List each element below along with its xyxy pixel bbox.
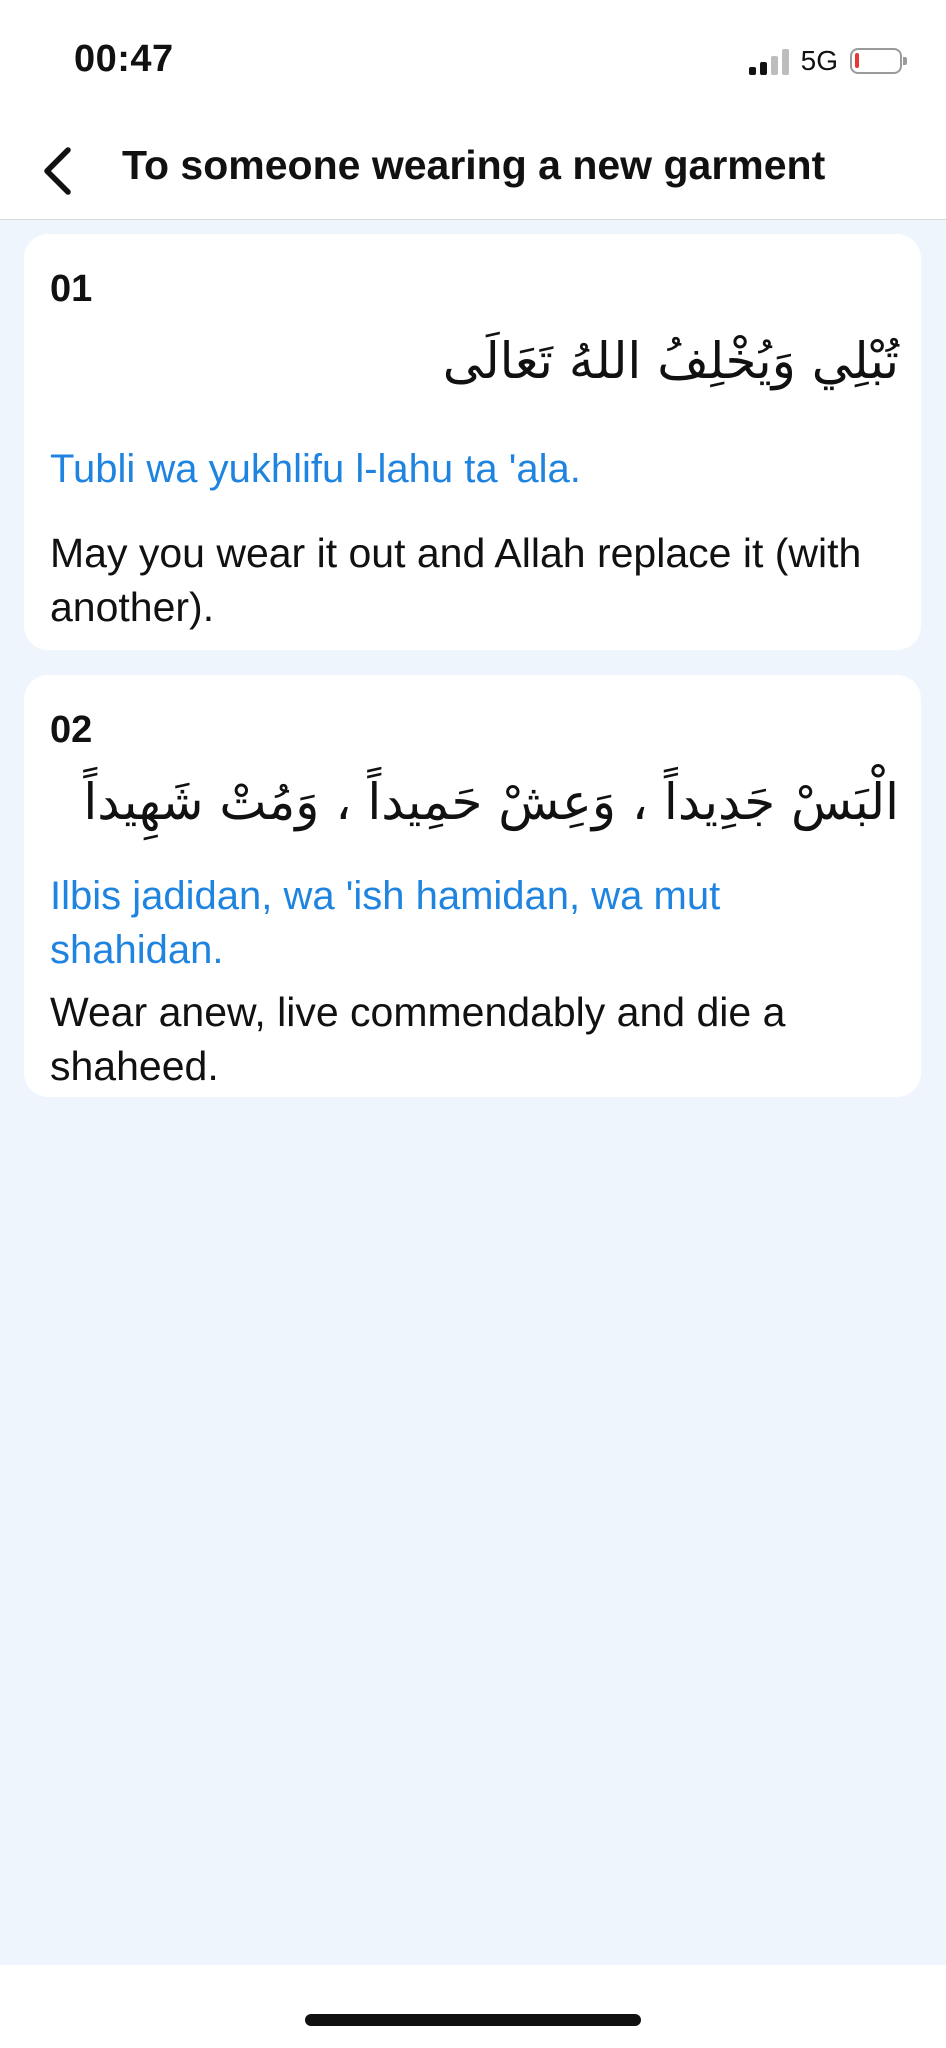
status-time: 00:47 <box>74 38 174 80</box>
home-indicator[interactable] <box>305 2014 641 2026</box>
dua-number: 01 <box>50 268 93 310</box>
page-title: To someone wearing a new garment <box>122 142 826 188</box>
dua-card[interactable]: 02 الْبَسْ جَدِيداً ، وَعِشْ حَمِيداً ، … <box>24 675 921 1097</box>
network-label: 5G <box>800 45 838 76</box>
dua-number: 02 <box>50 709 93 751</box>
dua-list: 01 تُبْلِي وَيُخْلِفُ اللهُ تَعَالَى Tub… <box>0 220 946 1965</box>
chevron-left-icon <box>44 147 71 195</box>
dua-transliteration: Tubli wa yukhlifu l-lahu ta 'ala. <box>50 447 581 491</box>
dua-arabic-text: تُبْلِي وَيُخْلِفُ اللهُ تَعَالَى <box>442 332 899 390</box>
dua-translation: Wear anew, live commendably and die a sh… <box>50 989 786 1089</box>
back-button[interactable] <box>22 136 92 206</box>
cellular-signal-icon <box>748 47 789 75</box>
dua-arabic-text: الْبَسْ جَدِيداً ، وَعِشْ حَمِيداً ، وَم… <box>83 773 899 831</box>
dua-translation: May you wear it out and Allah replace it… <box>50 530 862 630</box>
dua-card[interactable]: 01 تُبْلِي وَيُخْلِفُ اللهُ تَعَالَى Tub… <box>24 234 921 650</box>
status-indicators: 5G <box>748 44 907 78</box>
dua-transliteration: Ilbis jadidan, wa 'ish hamidan, wa mut s… <box>50 874 721 972</box>
battery-icon <box>850 48 907 74</box>
navigation-bar: To someone wearing a new garment <box>0 120 946 220</box>
bottom-safe-area <box>0 1965 946 2048</box>
status-bar: 00:47 5G <box>0 0 946 120</box>
